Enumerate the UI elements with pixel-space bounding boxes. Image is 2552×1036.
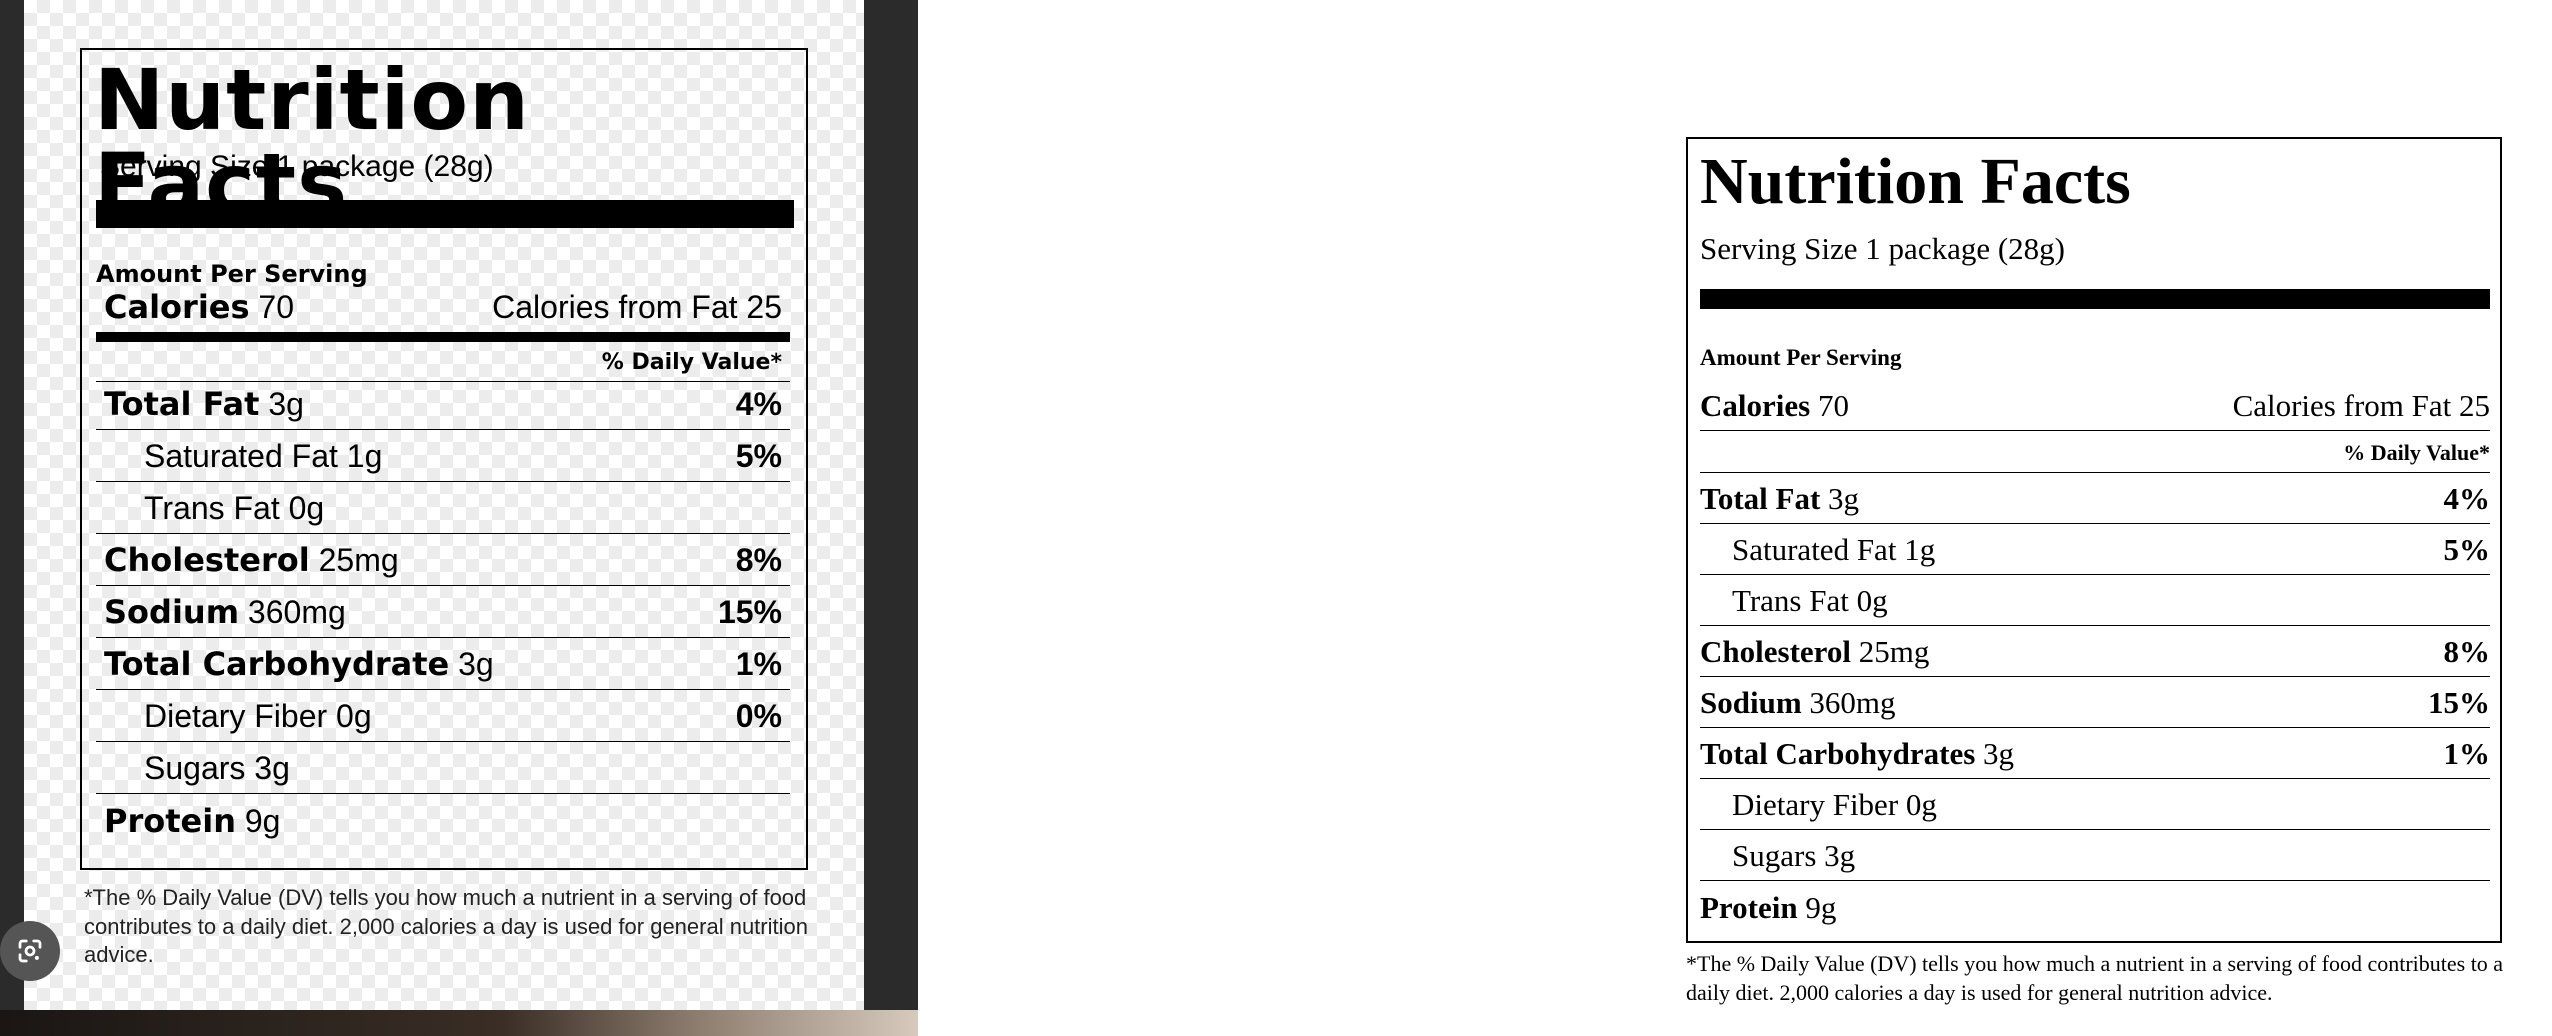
nutrient-amount: 0g — [1905, 787, 1937, 822]
nutrient-daily-value: 8% — [735, 542, 782, 578]
nutrient-name: Trans Fat — [144, 490, 280, 526]
nutrient-name: Saturated Fat — [144, 438, 338, 474]
nutrient-amount: 9g — [1805, 890, 1837, 925]
nutrient-amount: 360mg — [1809, 685, 1896, 720]
nutrient-row-cholesterol: Cholesterol 25mg 8% — [96, 538, 790, 586]
nutrient-daily-value: 8% — [2443, 634, 2491, 669]
daily-value-header-row: % Daily Value* — [96, 342, 790, 382]
daily-value-footnote: *The % Daily Value (DV) tells you how mu… — [84, 885, 808, 968]
nutrient-amount: 0g — [288, 490, 325, 526]
nutrient-row-trans-fat: Trans Fat 0g — [96, 486, 790, 534]
nutrition-label-right: Nutrition Facts Serving Size 1 package (… — [1686, 137, 2502, 943]
nutrient-amount: 9g — [244, 803, 281, 839]
serving-size: Serving Size 1 package (28g) — [1700, 231, 2065, 266]
nutrient-amount: 0g — [336, 698, 372, 734]
thick-divider — [1700, 289, 2490, 309]
nutrient-amount: 3g — [458, 646, 494, 682]
nutrient-daily-value: 5% — [735, 438, 782, 474]
nutrient-row-sugars: Sugars 3g — [96, 746, 790, 794]
nutrient-amount: 25mg — [1858, 634, 1930, 669]
nutrient-daily-value: 15% — [2428, 685, 2490, 720]
nutrient-row-dietary-fiber: Dietary Fiber 0g — [1700, 779, 2490, 830]
daily-value-footnote: *The % Daily Value (DV) tells you how mu… — [1686, 951, 2504, 1005]
nutrient-amount: 3g — [1983, 736, 2015, 771]
nutrient-amount: 0g — [1856, 583, 1888, 618]
nutrient-daily-value: 1% — [2443, 736, 2491, 771]
nutrient-name: Cholesterol — [104, 541, 310, 579]
nutrient-name: Dietary Fiber — [144, 698, 328, 734]
nutrient-amount: 25mg — [318, 542, 399, 578]
nutrient-daily-value: 4% — [2443, 481, 2491, 516]
nutrient-row-saturated-fat: Saturated Fat 1g 5% — [96, 434, 790, 482]
nutrient-row-protein: Protein 9g — [96, 798, 790, 846]
nutrition-label-left: Nutrition Facts Serving Size 1 package (… — [80, 48, 808, 870]
nutrient-row-dietary-fiber: Dietary Fiber 0g 0% — [96, 694, 790, 742]
nutrient-daily-value: 0% — [735, 698, 782, 734]
nutrient-name: Cholesterol — [1700, 634, 1851, 669]
nutrient-name: Trans Fat — [1732, 583, 1849, 618]
nutrient-row-total-carbohydrates: Total Carbohydrates 3g 1% — [1700, 728, 2490, 779]
serving-size: Serving Size 1 package (28g) — [100, 150, 494, 183]
nutrient-row-protein: Protein 9g — [1700, 881, 2490, 932]
nutrient-amount: 1g — [1904, 532, 1936, 567]
nutrient-amount: 1g — [346, 438, 383, 474]
nutrient-row-total-fat: Total Fat 3g 4% — [96, 382, 790, 430]
daily-value-header: % Daily Value* — [601, 350, 782, 375]
nutrient-amount: 3g — [268, 386, 304, 422]
nutrient-amount: 3g — [254, 750, 290, 786]
nutrient-amount: 3g — [1828, 481, 1860, 516]
nutrient-name: Sugars — [1732, 838, 1817, 873]
nutrient-daily-value: 4% — [735, 386, 782, 422]
bottom-thumbnail-strip — [0, 1010, 918, 1036]
calories-from-fat: Calories from Fat 25 — [492, 289, 782, 325]
nutrient-row-sugars: Sugars 3g — [1700, 830, 2490, 881]
nutrient-name: Protein — [104, 802, 236, 840]
nutrient-row-sodium: Sodium 360mg 15% — [96, 590, 790, 638]
daily-value-header: % Daily Value* — [2343, 440, 2490, 465]
calories-row: Calories 70 Calories from Fat 25 — [1700, 379, 2490, 431]
calories-row: Calories 70 Calories from Fat 25 — [96, 288, 790, 342]
nutrient-name: Total Carbohydrate — [104, 645, 450, 683]
nutrient-name: Protein — [1700, 890, 1798, 925]
google-lens-button[interactable] — [0, 921, 60, 981]
nutrient-row-trans-fat: Trans Fat 0g — [1700, 575, 2490, 626]
nutrient-name: Total Fat — [104, 385, 260, 423]
daily-value-header-row: % Daily Value* — [1700, 431, 2490, 473]
amount-per-serving: Amount Per Serving — [96, 260, 368, 288]
nutrient-row-total-fat: Total Fat 3g 4% — [1700, 473, 2490, 524]
nutrient-row-sodium: Sodium 360mg 15% — [1700, 677, 2490, 728]
nutrient-daily-value: 1% — [735, 646, 782, 682]
calories-from-fat: Calories from Fat 25 — [2232, 388, 2490, 423]
nutrient-name: Sodium — [104, 593, 240, 631]
calories-label: Calories — [104, 288, 250, 326]
nutrient-name: Sodium — [1700, 685, 1802, 720]
nutrient-row-cholesterol: Cholesterol 25mg 8% — [1700, 626, 2490, 677]
calories-value: 70 — [1817, 388, 1849, 423]
nutrient-name: Saturated Fat — [1732, 532, 1897, 567]
nutrient-amount: 3g — [1824, 838, 1856, 873]
amount-per-serving: Amount Per Serving — [1700, 345, 1902, 370]
google-lens-icon — [18, 939, 42, 963]
nutrient-name: Sugars — [144, 750, 246, 786]
nutrient-name: Total Carbohydrates — [1700, 736, 1976, 771]
nutrient-row-saturated-fat: Saturated Fat 1g 5% — [1700, 524, 2490, 575]
nutrient-name: Dietary Fiber — [1732, 787, 1899, 822]
nutrient-daily-value: 15% — [717, 594, 782, 630]
nutrient-daily-value: 5% — [2443, 532, 2491, 567]
nutrient-amount: 360mg — [247, 594, 346, 630]
thick-divider — [96, 200, 794, 228]
nutrient-name: Total Fat — [1700, 481, 1821, 516]
label-title: Nutrition Facts — [1700, 145, 2131, 218]
calories-label: Calories — [1700, 388, 1811, 423]
nutrient-row-total-carbohydrate: Total Carbohydrate 3g 1% — [96, 642, 790, 690]
calories-value: 70 — [258, 289, 295, 325]
